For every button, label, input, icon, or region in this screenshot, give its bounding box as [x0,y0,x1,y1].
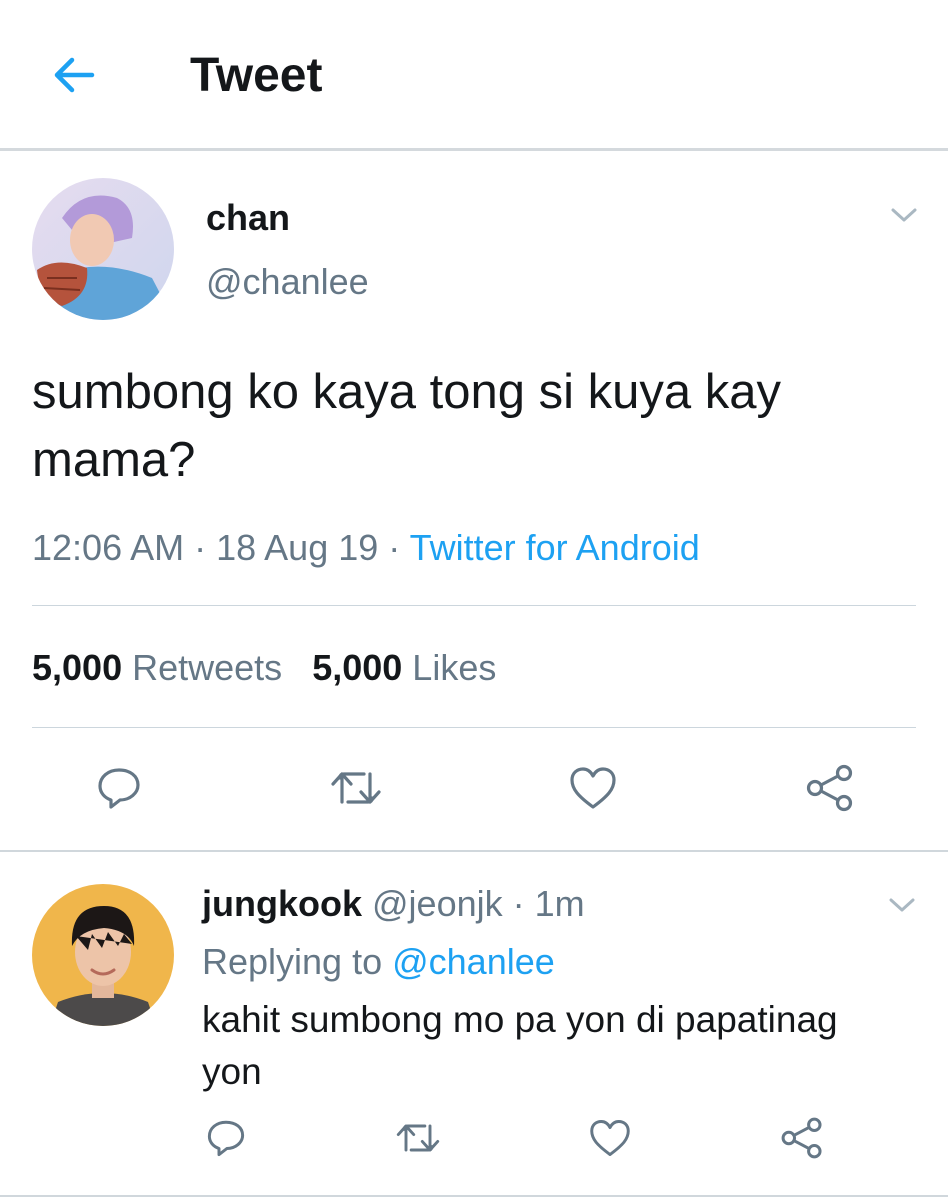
likes-label: Likes [412,647,497,688]
reply-button[interactable] [89,758,149,818]
avatar-image [32,178,174,320]
tweet-meta: 12:06 AM · 18 Aug 19 · Twitter for Andro… [32,526,700,570]
retweets-count: 5,000 [32,647,123,688]
back-button[interactable] [44,50,104,100]
author-name[interactable]: chan [206,198,290,238]
share-button[interactable] [800,758,860,818]
heart-icon [590,1120,630,1156]
header-divider [0,148,948,151]
reply-like-button[interactable] [580,1108,640,1168]
avatar-image [32,884,174,1026]
reply-menu-button[interactable] [882,890,922,920]
reply-author-handle[interactable]: @jeonjk [372,883,503,924]
section-separator [0,850,948,852]
reply-retweet-button[interactable] [388,1108,448,1168]
retweet-button[interactable] [326,758,386,818]
replying-prefix: Replying to [202,941,393,982]
retweets-label: Retweets [132,647,283,688]
page-title: Tweet [190,49,323,102]
retweets-stat[interactable]: 5,000 Retweets [32,647,282,688]
chevron-down-icon [889,898,915,912]
reply-author-name[interactable]: jungkook [202,883,362,924]
tweet-stats: 5,000 Retweets 5,000 Likes [32,646,496,690]
reply-avatar[interactable] [32,884,174,1026]
reply-time: 1m [534,883,585,924]
bottom-divider [0,1195,948,1197]
replying-mention-link[interactable]: @chanlee [392,941,555,982]
reply-header: jungkook @jeonjk · 1m [202,882,585,926]
divider [32,605,916,606]
likes-stat[interactable]: 5,000 Likes [312,647,496,688]
reply-separator: · [502,883,535,924]
share-icon [806,764,853,812]
tweet-text: sumbong ko kaya tong si kuya kay mama? [32,365,782,487]
replying-to: Replying to @chanlee [202,940,555,984]
author-handle[interactable]: @chanlee [206,262,369,302]
reply-share-button[interactable] [772,1108,832,1168]
reply-icon [98,768,140,809]
heart-icon [570,767,616,809]
arrow-left-icon [54,57,95,93]
retweet-icon [331,772,381,804]
app-header [0,0,948,150]
share-icon [781,1117,822,1159]
meta-separator: · [184,527,217,568]
like-button[interactable] [563,758,623,818]
reply-text: kahit sumbong mo pa yon di papatinag yon [202,999,838,1092]
reply-reply-button[interactable] [196,1108,256,1168]
retweet-icon [396,1124,440,1152]
tweet-menu-button[interactable] [884,200,924,230]
tweet-date: 18 Aug 19 [216,527,379,568]
divider [32,727,916,728]
likes-count: 5,000 [312,647,403,688]
chevron-down-icon [891,208,917,222]
avatar[interactable] [32,178,174,320]
reply-icon [207,1120,245,1157]
tweet-time: 12:06 AM [32,527,185,568]
tweet-source-link[interactable]: Twitter for Android [410,527,700,568]
meta-separator: · [378,527,410,568]
